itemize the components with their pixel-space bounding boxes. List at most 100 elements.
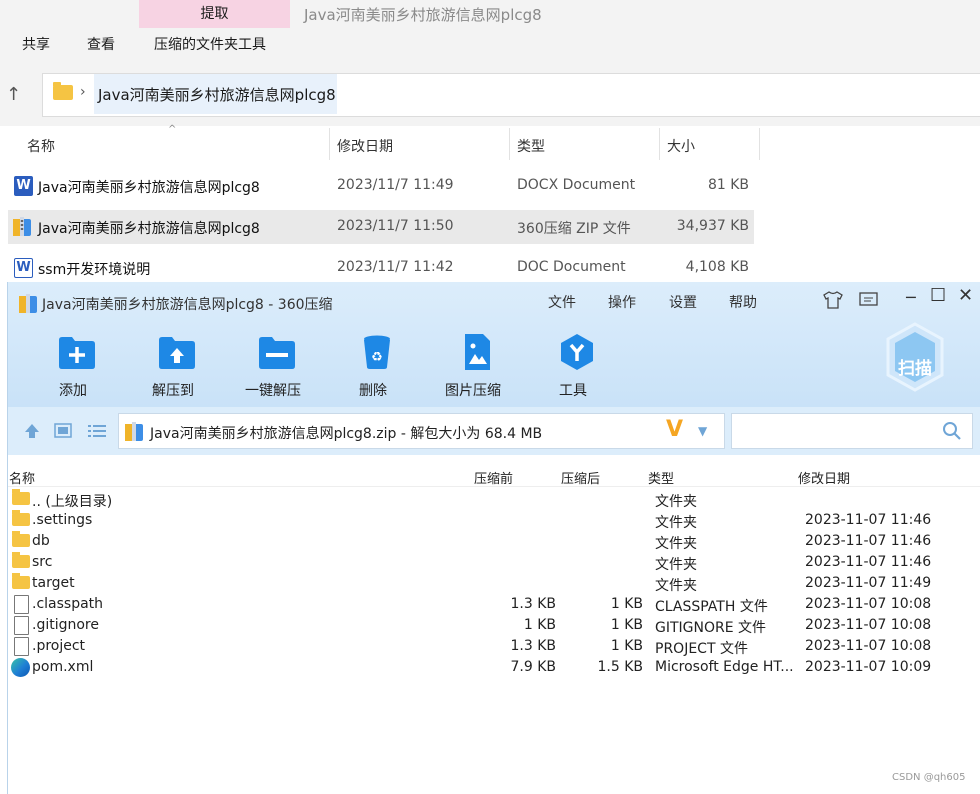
archive-item-type: 文件夹 [655,557,697,573]
verify-check-icon[interactable]: V [666,417,683,442]
column-divider[interactable] [759,128,760,160]
chevron-right-icon[interactable]: › [80,84,86,100]
column-header-name[interactable]: 名称 [27,136,55,156]
menu-help[interactable]: 帮助 [729,292,757,312]
archive-search-input[interactable] [731,413,973,449]
zip-window: Java河南美丽乡村旅游信息网plcg8 - 360压缩 文件 操作 设置 帮助… [7,282,980,794]
file-name: Java河南美丽乡村旅游信息网plcg8 [38,180,260,196]
archive-item-type: 文件夹 [655,536,697,552]
archive-item-type: CLASSPATH 文件 [655,599,768,615]
image-compress-label: 图片压缩 [445,383,501,399]
word-doc-icon: W [14,258,33,278]
archive-item-size-after: 1.5 KB [597,659,644,675]
column-header-size[interactable]: 大小 [667,136,695,156]
one-click-extract-icon [259,337,295,369]
watermark: CSDN @qh605 [892,772,966,783]
thumbnail-view-icon[interactable] [54,423,72,438]
archive-row[interactable]: target 文件夹 2023-11-07 11:49 [8,573,980,594]
archive-item-type: PROJECT 文件 [655,641,748,657]
folder-icon [12,531,30,547]
archive-row[interactable]: .. (上级目录) 文件夹 [8,489,980,510]
archive-row[interactable]: src 文件夹 2023-11-07 11:46 [8,552,980,573]
archive-row[interactable]: .classpath 1.3 KB 1 KB CLASSPATH 文件 2023-11-… [8,594,980,615]
skin-shirt-icon[interactable] [823,291,843,309]
tools-button[interactable]: 工具 [533,334,613,402]
image-compress-icon [465,334,490,370]
delete-label: 删除 [359,383,387,399]
archive-row[interactable]: pom.xml 7.9 KB 1.5 KB Microsoft Edge HT... 2… [8,657,980,678]
ribbon-tab-extract[interactable]: 提取 [139,0,290,28]
file-type: 360压缩 ZIP 文件 [517,221,631,237]
up-level-icon[interactable] [24,423,40,439]
explorer-window-title: Java河南美丽乡村旅游信息网plcg8 [304,6,542,24]
archive-row[interactable]: .gitignore 1 KB 1 KB GITIGNORE 文件 2023-11-07… [8,615,980,636]
archive-item-size-after: 1 KB [610,596,643,612]
archive-item-name: db [32,533,50,549]
svg-text:♻: ♻ [371,350,383,365]
folder-icon [12,489,30,505]
file-size: 34,937 KB [676,218,749,234]
archive-item-type: Microsoft Edge HT... [655,659,794,675]
file-row-selected[interactable]: Java河南美丽乡村旅游信息网plcg8 2023/11/7 11:50 360… [8,210,754,244]
ribbon-tab-compressed-folder-tools[interactable]: 压缩的文件夹工具 [154,34,266,54]
file-name: ssm开发环境说明 [38,262,151,278]
breadcrumb[interactable]: Java河南美丽乡村旅游信息网plcg8 [98,84,336,105]
up-arrow-icon[interactable]: ↑ [6,84,21,105]
menu-file[interactable]: 文件 [548,292,576,312]
ribbon-tab-share[interactable]: 共享 [22,34,50,54]
archive-row[interactable]: .settings 文件夹 2023-11-07 11:46 [8,510,980,531]
archive-item-size-before: 1 KB [523,617,556,633]
column-divider[interactable] [329,128,330,160]
list-view-icon[interactable] [88,424,106,438]
minimize-icon[interactable]: ─ [906,288,916,307]
file-row[interactable]: W Java河南美丽乡村旅游信息网plcg8 2023/11/7 11:49 D… [8,169,754,203]
archive-item-date: 2023-11-07 11:46 [805,533,932,549]
archive-item-date: 2023-11-07 10:08 [805,617,932,633]
one-click-extract-button[interactable]: 一键解压 [233,334,313,402]
col-modified[interactable]: 修改日期 [798,468,850,487]
archive-item-name: .settings [32,512,93,528]
menu-operate[interactable]: 操作 [608,292,636,312]
col-type[interactable]: 类型 [648,468,674,487]
column-header-date[interactable]: 修改日期 [337,136,393,156]
column-divider[interactable] [509,128,510,160]
archive-item-date: 2023-11-07 11:46 [805,554,932,570]
zip-window-title: Java河南美丽乡村旅游信息网plcg8 - 360压缩 [42,297,333,313]
zip-app-icon [19,294,37,313]
recycle-bin-icon: ♻ [364,335,390,369]
scan-label[interactable]: 扫描 [898,354,932,379]
file-name: Java河南美丽乡村旅游信息网plcg8 [38,221,260,237]
col-size-after[interactable]: 压缩后 [561,468,600,487]
archive-item-name: pom.xml [32,659,94,675]
extract-to-label: 解压到 [152,383,194,399]
file-icon [14,637,29,656]
zip-archive-icon [125,422,143,441]
archive-item-name: src [32,554,53,570]
archive-path: Java河南美丽乡村旅游信息网plcg8.zip - 解包大小为 68.4 MB [150,426,543,442]
archive-item-size-after: 1 KB [610,617,643,633]
archive-row[interactable]: db 文件夹 2023-11-07 11:46 [8,531,980,552]
file-row[interactable]: W ssm开发环境说明 2023/11/7 11:42 DOC Document… [8,251,754,285]
folder-icon [53,82,73,100]
feedback-icon[interactable] [859,292,878,308]
close-icon[interactable]: ✕ [958,285,973,306]
search-icon[interactable] [942,421,962,441]
col-name[interactable]: 名称 [9,468,35,487]
menu-settings[interactable]: 设置 [669,292,697,312]
column-header-type[interactable]: 类型 [517,136,545,156]
image-compress-button[interactable]: 图片压缩 [433,334,513,402]
file-date: 2023/11/7 11:49 [337,177,454,193]
file-type: DOCX Document [517,177,636,193]
maximize-icon[interactable]: ☐ [930,285,946,306]
path-dropdown-icon[interactable]: ▼ [698,424,707,438]
archive-item-size-before: 7.9 KB [510,659,557,675]
archive-item-type: 文件夹 [655,494,697,510]
archive-row[interactable]: .project 1.3 KB 1 KB PROJECT 文件 2023-11-07 1… [8,636,980,657]
column-divider[interactable] [659,128,660,160]
extract-to-button[interactable]: 解压到 [133,334,213,402]
add-button[interactable]: 添加 [33,334,113,402]
archive-item-name: target [32,575,75,591]
delete-button[interactable]: ♻ 删除 [333,334,413,402]
ribbon-tab-view[interactable]: 查看 [87,34,115,54]
col-size-before[interactable]: 压缩前 [474,468,513,487]
